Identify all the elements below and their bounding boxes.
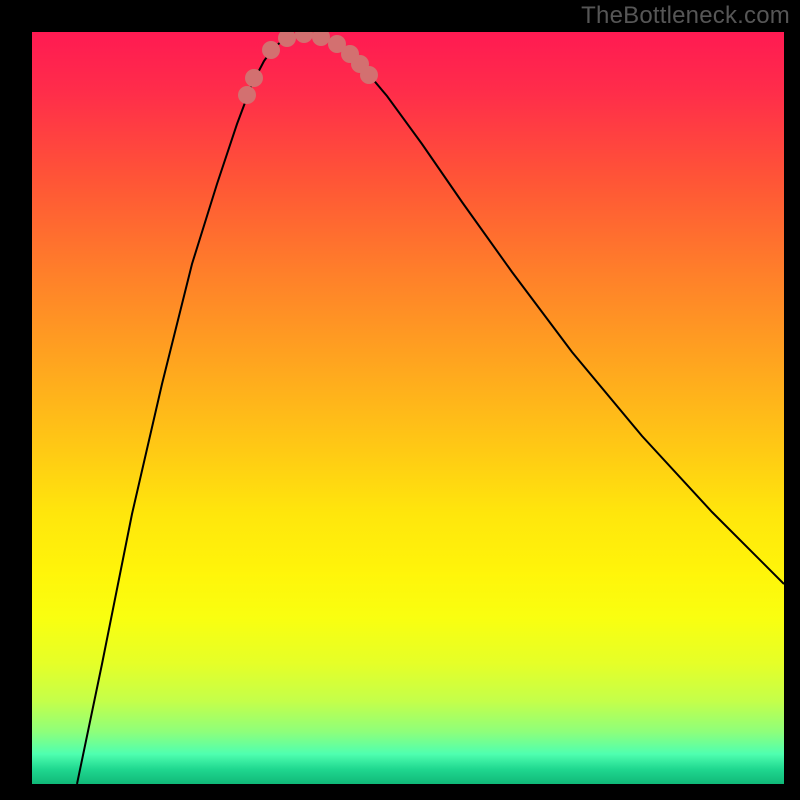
optimum-marker	[295, 32, 313, 43]
optimum-marker	[360, 66, 378, 84]
plot-area	[32, 32, 784, 784]
watermark-text: TheBottleneck.com	[581, 2, 790, 30]
optimum-marker	[245, 69, 263, 87]
bottleneck-curve-right	[304, 34, 784, 584]
optimum-marker	[312, 32, 330, 46]
chart-frame: TheBottleneck.com	[0, 0, 800, 800]
optimum-markers	[238, 32, 378, 104]
curve-layer	[32, 32, 784, 784]
optimum-marker	[278, 32, 296, 47]
optimum-marker	[262, 41, 280, 59]
bottleneck-curve-left	[77, 34, 304, 784]
optimum-marker	[238, 86, 256, 104]
